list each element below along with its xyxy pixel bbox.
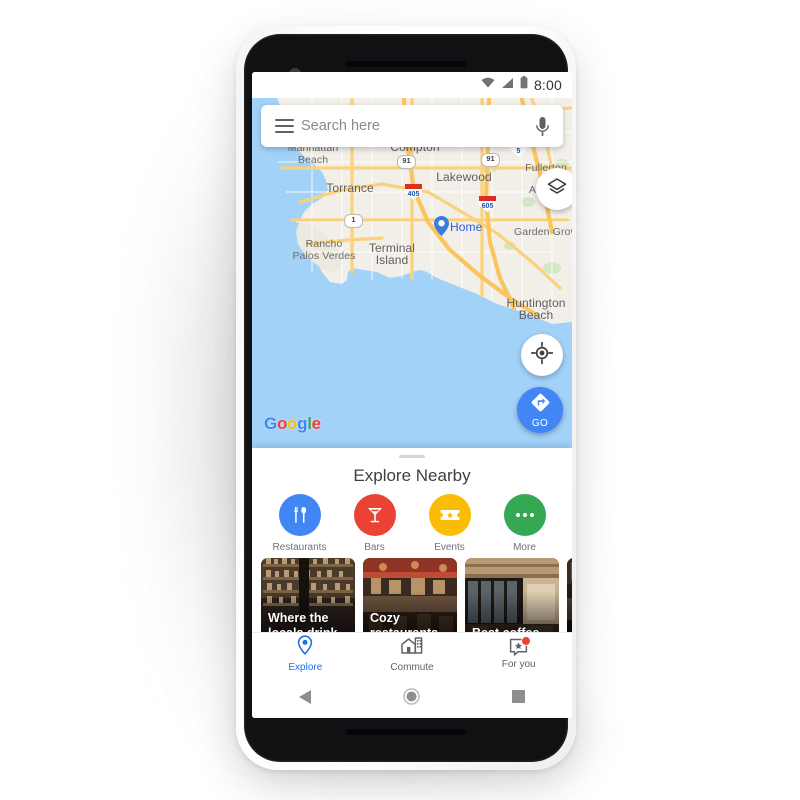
bottom-speaker	[346, 729, 466, 735]
home-map-marker[interactable]	[434, 216, 449, 241]
android-system-nav	[252, 675, 572, 718]
nav-label: Commute	[390, 661, 434, 673]
for-you-card-icon	[509, 636, 532, 657]
layers-icon	[547, 177, 567, 202]
crosshair-icon	[530, 341, 554, 369]
go-button[interactable]: GO	[517, 387, 563, 433]
nav-item-commute[interactable]: Commute	[359, 636, 466, 673]
home-label: Home	[450, 220, 483, 234]
explore-bottom-sheet: Explore Nearby Restaurants Bars Events M…	[252, 448, 572, 718]
route-shield-91b: 91	[481, 153, 500, 167]
google-logo: Google	[264, 414, 321, 433]
hamburger-menu-icon[interactable]	[275, 119, 294, 133]
phone-screen: 8:00 Manhattan Beach Compton Torrance La…	[252, 72, 572, 718]
category-label: Restaurants	[272, 542, 327, 553]
route-shield-91: 91	[397, 155, 416, 169]
sheet-drag-handle[interactable]	[399, 455, 425, 458]
my-location-button[interactable]	[521, 334, 563, 376]
nav-item-explore[interactable]: Explore	[252, 635, 359, 673]
pin-explore-icon	[296, 635, 314, 660]
triangle-back-icon[interactable]	[295, 687, 315, 707]
map-label: Torrance	[326, 181, 374, 195]
square-recents-icon[interactable]	[509, 687, 529, 707]
map-label: Garden Grove	[514, 226, 572, 238]
ellipsis-icon	[503, 494, 546, 536]
bottom-navigation-bar: Explore Commute For you	[252, 632, 572, 675]
signal-icon	[501, 76, 514, 94]
map-label: Terminal Island	[368, 241, 416, 267]
nav-label: For you	[501, 659, 536, 670]
category-bars[interactable]: Bars	[341, 494, 409, 553]
wifi-icon	[481, 76, 495, 94]
sheet-title: Explore Nearby	[353, 466, 471, 485]
search-input[interactable]: Search here	[301, 118, 536, 134]
scene: 8:00 Manhattan Beach Compton Torrance La…	[0, 0, 800, 800]
battery-icon	[520, 76, 528, 94]
go-label: GO	[531, 418, 549, 429]
fork-knife-icon	[278, 494, 321, 536]
circle-home-icon[interactable]	[402, 687, 422, 707]
cocktail-glass-icon	[353, 494, 396, 536]
nav-label: Explore	[288, 662, 323, 673]
nav-item-for-you[interactable]: For you	[465, 636, 572, 670]
status-clock: 8:00	[533, 77, 562, 93]
map-label: Lakewood	[436, 170, 492, 184]
category-events[interactable]: Events	[416, 494, 484, 553]
commute-building-icon	[401, 636, 423, 660]
search-bar[interactable]: Search here	[261, 105, 563, 147]
route-shield-1: 1	[344, 214, 363, 228]
layers-button[interactable]	[536, 168, 572, 210]
category-restaurants[interactable]: Restaurants	[266, 494, 334, 553]
category-label: More	[513, 542, 536, 553]
notification-badge	[521, 636, 532, 646]
earpiece-speaker	[346, 61, 466, 67]
category-more[interactable]: More	[491, 494, 559, 553]
map-label: Huntington Beach	[506, 296, 566, 322]
navigation-diamond-icon	[530, 392, 551, 418]
microphone-icon[interactable]	[536, 116, 549, 136]
category-label: Events	[434, 542, 465, 553]
ticket-star-icon	[428, 494, 471, 536]
status-bar: 8:00	[252, 72, 572, 98]
category-row: Restaurants Bars Events More	[252, 494, 572, 553]
category-label: Bars	[364, 542, 385, 553]
